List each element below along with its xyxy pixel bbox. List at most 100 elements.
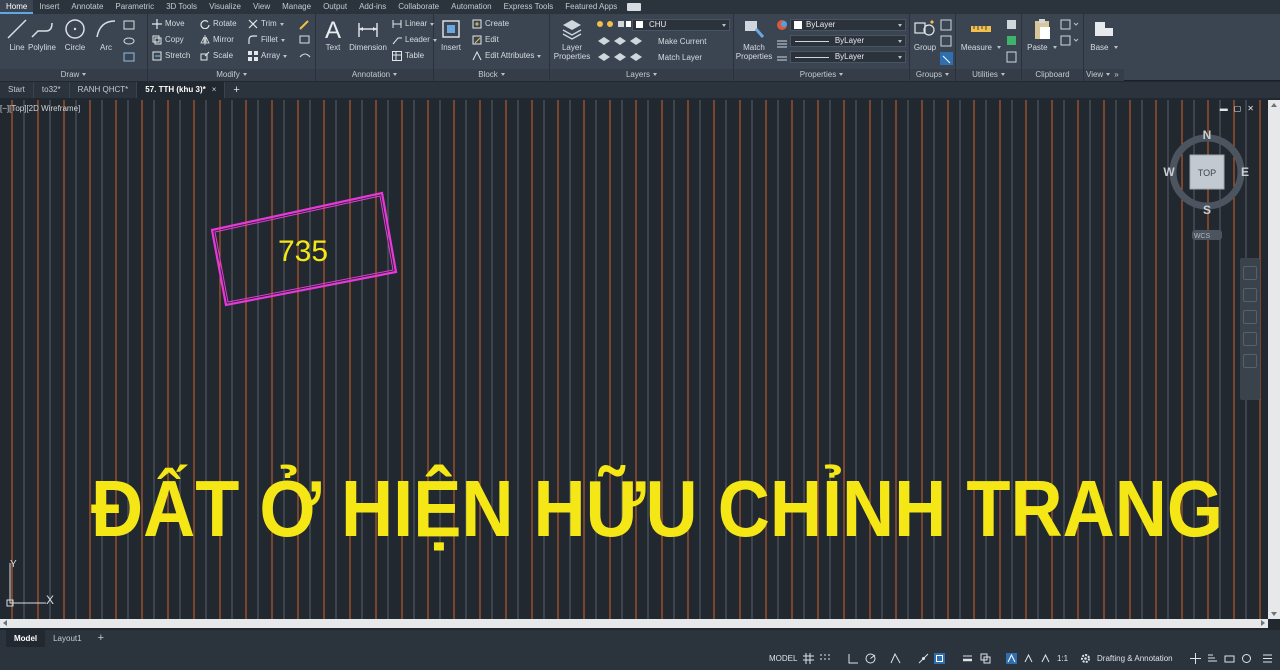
snap-icon[interactable] (820, 653, 831, 664)
isolate-objects-icon[interactable] (1241, 653, 1252, 664)
color-dropdown[interactable]: ByLayer (790, 19, 906, 31)
trim-button[interactable]: Trim (248, 17, 284, 31)
clipboard-extra-icons[interactable] (1060, 19, 1080, 49)
text-button[interactable]: A Text (316, 17, 350, 52)
table-button[interactable]: Table (392, 49, 424, 63)
annotation-scale-icon[interactable] (1040, 653, 1051, 664)
scroll-left-arrow[interactable] (3, 620, 7, 626)
paste-button[interactable]: Paste (1024, 17, 1060, 52)
viewcube[interactable]: TOP N S E W WCS (1163, 128, 1249, 240)
ribbon-tab-annotate[interactable]: Annotate (65, 0, 109, 14)
lineweight-icon[interactable] (962, 653, 973, 664)
create-block-button[interactable]: Create (472, 17, 509, 31)
scale-button[interactable]: Scale (200, 49, 233, 63)
scroll-right-arrow[interactable] (1261, 620, 1265, 626)
selection-cycling-icon[interactable] (980, 653, 991, 664)
object-snap-icon[interactable] (934, 653, 945, 664)
fillet-button[interactable]: Fillet (248, 33, 285, 47)
zoom-icon[interactable] (1243, 310, 1257, 324)
compass-south[interactable]: S (1203, 203, 1211, 217)
model-space[interactable]: 735 ĐẤT Ở HIỆN HỮU CHỈNH TRANG X Y TOP N… (0, 100, 1268, 619)
add-layout-button[interactable]: + (90, 630, 112, 647)
edit-block-button[interactable]: Edit (472, 33, 499, 47)
annotation-monitor-icon[interactable] (1190, 653, 1201, 664)
block-panel-title[interactable]: Block (434, 69, 549, 81)
draw-panel-title[interactable]: Draw (0, 69, 147, 81)
ortho-icon[interactable] (848, 653, 859, 664)
lineweight-dropdown[interactable]: ByLayer (790, 51, 906, 63)
stretch-button[interactable]: Stretch (152, 49, 190, 63)
close-drawing-button[interactable]: ✕ (1247, 104, 1254, 113)
properties-panel-title[interactable]: Properties (734, 69, 909, 81)
workspace-gear-icon[interactable] (1080, 653, 1091, 664)
view-panel-title[interactable]: View» (1084, 69, 1124, 81)
customization-menu-icon[interactable] (1262, 653, 1273, 664)
workspace-switcher[interactable]: Drafting & Annotation (1097, 652, 1173, 665)
arc-button[interactable]: Arc (89, 17, 123, 52)
measure-button[interactable]: Measure (958, 17, 1004, 52)
modify-panel-title[interactable]: Modify (148, 69, 315, 81)
move-button[interactable]: Move (152, 17, 185, 31)
edit-attributes-button[interactable]: Edit Attributes (472, 49, 542, 63)
viewport-controls-label[interactable]: [−][Top][2D Wireframe] (0, 104, 80, 113)
ribbon-tab-3d-tools[interactable]: 3D Tools (160, 0, 203, 14)
match-properties-button[interactable]: Match Properties (734, 17, 774, 61)
layer-tool-icons[interactable] (596, 35, 654, 69)
array-button[interactable]: Array (248, 49, 288, 63)
scroll-up-arrow[interactable] (1271, 103, 1277, 107)
steering-wheel-icon[interactable] (1243, 266, 1257, 280)
annotation-visibility-icon[interactable] (1006, 653, 1017, 664)
draw-extra-icons[interactable] (122, 19, 142, 63)
ribbon-tab-automation[interactable]: Automation (445, 0, 497, 14)
ribbon-tab-add-ins[interactable]: Add-ins (353, 0, 392, 14)
polar-tracking-icon[interactable] (865, 653, 876, 664)
current-layer-dropdown[interactable]: CHU (632, 19, 730, 31)
horizontal-scrollbar[interactable] (0, 619, 1268, 628)
viewcube-top-face[interactable]: TOP (1198, 168, 1216, 178)
annotation-panel-title[interactable]: Annotation (316, 69, 433, 81)
pan-icon[interactable] (1243, 288, 1257, 302)
copy-button[interactable]: Copy (152, 33, 184, 47)
ribbon-tab-view[interactable]: View (247, 0, 276, 14)
mirror-button[interactable]: Mirror (200, 33, 234, 47)
isodraft-icon[interactable] (890, 653, 901, 664)
group-button[interactable]: Group (910, 17, 940, 52)
insert-button[interactable]: Insert (436, 17, 466, 52)
linear-button[interactable]: Linear (392, 17, 435, 31)
units-icon[interactable] (1207, 653, 1218, 664)
wcs-menu[interactable]: WCS (1194, 233, 1211, 240)
minimize-drawing-button[interactable]: ▬ (1220, 104, 1228, 113)
match-layer-button[interactable]: Match Layer (658, 51, 702, 65)
object-snap-tracking-icon[interactable] (918, 653, 929, 664)
compass-west[interactable]: W (1163, 165, 1175, 179)
ribbon-tab-insert[interactable]: Insert (33, 0, 65, 14)
group-extra-icons[interactable] (940, 19, 954, 73)
dimension-button[interactable]: Dimension (346, 17, 390, 52)
ribbon-tab-visualize[interactable]: Visualize (203, 0, 247, 14)
ribbon-tab-home[interactable]: Home (0, 0, 34, 14)
hardware-acceleration-icon[interactable] (1224, 653, 1235, 664)
file-tab-start[interactable]: Start (0, 82, 34, 98)
ribbon-overflow-icon[interactable] (627, 3, 642, 11)
annotation-scale-dropdown[interactable]: 1:1 (1057, 652, 1068, 665)
rotate-button[interactable]: Rotate (200, 17, 237, 31)
vertical-scrollbar[interactable] (1268, 100, 1280, 619)
compass-north[interactable]: N (1203, 128, 1212, 142)
ribbon-tab-featured-apps[interactable]: Featured Apps (559, 0, 623, 14)
modify-extra-icons[interactable] (298, 19, 312, 63)
scroll-down-arrow[interactable] (1271, 612, 1277, 616)
file-tab-ranh-qhct[interactable]: RANH QHCT* (70, 82, 138, 98)
ribbon-tab-output[interactable]: Output (317, 0, 353, 14)
ribbon-tab-collaborate[interactable]: Collaborate (392, 0, 445, 14)
restore-drawing-button[interactable]: ▢ (1234, 104, 1242, 113)
leader-button[interactable]: Leader (392, 33, 437, 47)
model-tab[interactable]: Model (6, 630, 46, 647)
utilities-extra-icons[interactable] (1006, 19, 1018, 69)
layer-state-icons[interactable] (596, 20, 632, 28)
new-tab-button[interactable]: + (225, 84, 247, 96)
showmotion-icon[interactable] (1243, 354, 1257, 368)
make-current-button[interactable]: Make Current (658, 35, 706, 49)
model-space-button[interactable]: MODEL (769, 652, 797, 665)
ribbon-tab-express-tools[interactable]: Express Tools (498, 0, 560, 14)
orbit-icon[interactable] (1243, 332, 1257, 346)
